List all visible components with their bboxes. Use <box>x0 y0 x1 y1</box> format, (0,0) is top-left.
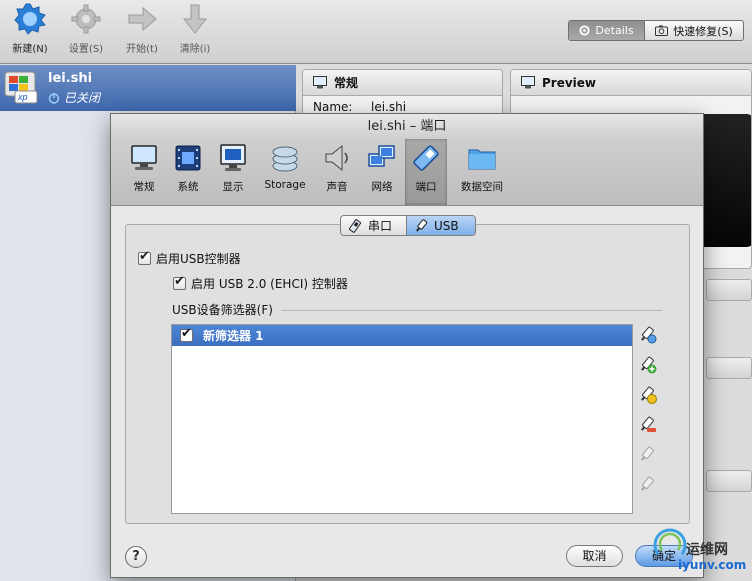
vm-state-label: 已关闭 <box>64 91 101 105</box>
disk-stack-icon <box>270 143 300 173</box>
category-storage[interactable]: Storage <box>255 139 315 205</box>
category-display[interactable]: 显示 <box>211 139 255 205</box>
preview-pane-header[interactable]: Preview <box>511 70 751 96</box>
usb2-enable-label: 启用 USB 2.0 (EHCI) 控制器 <box>191 277 348 291</box>
category-shared-folders[interactable]: 数据空间 <box>447 139 517 205</box>
vm-list-item[interactable]: xp lei.shi 已关闭 <box>0 65 296 111</box>
usb-enable-label: 启用USB控制器 <box>156 252 241 266</box>
monitor-icon <box>521 76 535 89</box>
cancel-button[interactable]: 取消 <box>566 545 623 567</box>
settings-category-bar: 常规 系统 显示 Storage 声音 网络 端口 数据空间 <box>111 139 703 206</box>
settings-label: 设置(S) <box>68 44 104 55</box>
new-starburst-icon <box>14 3 46 35</box>
discard-label: 清除(i) <box>179 44 211 55</box>
category-ports[interactable]: 端口 <box>405 139 447 205</box>
settings-dialog: lei.shi – 端口 常规 系统 显示 Storage 声音 网络 端口 数… <box>110 113 704 578</box>
tab-serial[interactable]: 串口 <box>341 216 407 235</box>
heading-divider <box>280 310 662 311</box>
gear-small-icon <box>579 25 590 36</box>
add-empty-filter-icon[interactable] <box>639 326 657 344</box>
snapshots-label: 快速修复(S) <box>673 24 733 38</box>
ports-subtabs: 串口 USB <box>340 215 476 236</box>
site-watermark: 运维网 iyunv.com <box>648 522 752 578</box>
category-audio[interactable]: 声音 <box>315 139 359 205</box>
category-label: 显示 <box>222 181 244 193</box>
details-pane-stub <box>706 357 752 379</box>
tab-usb[interactable]: USB <box>407 216 475 235</box>
main-toolbar: 新建(N) 设置(S) 开始(t) 清除(i) Details 快速修复(S) <box>0 0 752 64</box>
watermark-cn: 运维网 <box>686 542 728 558</box>
details-pane-stub <box>706 279 752 301</box>
name-key: Name: <box>313 100 353 114</box>
category-label: 声音 <box>326 181 348 193</box>
name-value: lei.shi <box>371 100 407 114</box>
vm-state: 已关闭 <box>48 89 100 106</box>
category-network[interactable]: 网络 <box>359 139 405 205</box>
monitor-icon <box>313 76 327 89</box>
details-view-button[interactable]: Details <box>569 21 645 40</box>
filter-list-item[interactable]: 新筛选器 1 <box>172 325 632 346</box>
vm-name: lei.shi <box>48 71 93 86</box>
usb-enable-row: 启用USB控制器 <box>138 249 241 267</box>
general-pane-title: 常规 <box>334 76 359 90</box>
move-filter-up-icon[interactable] <box>639 446 657 464</box>
network-icon <box>367 143 397 173</box>
tab-usb-label: USB <box>434 218 459 233</box>
category-label: 常规 <box>133 181 155 193</box>
power-off-icon <box>48 92 60 104</box>
settings-button[interactable]: 设置(S) <box>56 3 116 55</box>
serial-port-icon <box>347 218 363 233</box>
arrow-right-icon <box>126 3 158 35</box>
category-system[interactable]: 系统 <box>165 139 211 205</box>
snapshots-view-button[interactable]: 快速修复(S) <box>645 21 743 40</box>
usb-filters-heading: USB设备筛选器(F) <box>172 301 662 318</box>
usb2-enable-row: 启用 USB 2.0 (EHCI) 控制器 <box>173 274 348 292</box>
usb2-enable-checkbox[interactable] <box>173 274 186 290</box>
add-filter-from-device-icon[interactable] <box>639 356 657 374</box>
windows-xp-icon: xp <box>3 69 39 105</box>
usb-filters-label: USB设备筛选器(F) <box>172 303 273 317</box>
move-filter-down-icon[interactable] <box>639 476 657 494</box>
start-button[interactable]: 开始(t) <box>112 3 172 55</box>
view-segmented-control: Details 快速修复(S) <box>568 20 744 41</box>
port-connector-icon <box>411 143 441 173</box>
discard-button[interactable]: 清除(i) <box>165 3 225 55</box>
folder-icon <box>467 143 497 173</box>
usb-filter-list[interactable]: 新筛选器 1 <box>171 324 633 514</box>
new-vm-label: 新建(N) <box>12 44 48 55</box>
usb-plug-icon <box>413 218 429 233</box>
category-label: 网络 <box>371 181 393 193</box>
category-label: 数据空间 <box>461 181 503 193</box>
watermark-url: iyunv.com <box>678 558 747 572</box>
category-label: 端口 <box>415 181 437 193</box>
speaker-icon <box>322 143 352 173</box>
filter-enabled-checkbox[interactable] <box>180 326 193 342</box>
start-label: 开始(t) <box>126 44 158 55</box>
display-icon <box>218 143 248 173</box>
os-badge-text: xp <box>17 92 28 102</box>
general-pane-header[interactable]: 常规 <box>303 70 502 96</box>
gear-icon <box>70 3 102 35</box>
category-label: 系统 <box>177 181 199 193</box>
arrow-down-icon <box>179 3 211 35</box>
details-label: Details <box>595 24 634 37</box>
chip-icon <box>173 143 203 173</box>
category-label: Storage <box>264 179 306 191</box>
camera-icon <box>655 25 669 36</box>
tab-serial-label: 串口 <box>368 219 393 233</box>
remove-filter-icon[interactable] <box>639 416 657 434</box>
monitor-icon <box>129 143 159 173</box>
new-vm-button[interactable]: 新建(N) <box>0 3 60 55</box>
details-pane-stub <box>706 470 752 492</box>
filter-name: 新筛选器 1 <box>203 329 264 343</box>
usb-enable-checkbox[interactable] <box>138 249 151 265</box>
preview-pane-title: Preview <box>542 75 597 90</box>
edit-filter-icon[interactable] <box>639 386 657 404</box>
help-button[interactable]: ? <box>125 546 147 568</box>
dialog-title: lei.shi – 端口 <box>111 114 703 139</box>
category-general[interactable]: 常规 <box>123 139 165 205</box>
filter-toolbar <box>639 326 659 506</box>
